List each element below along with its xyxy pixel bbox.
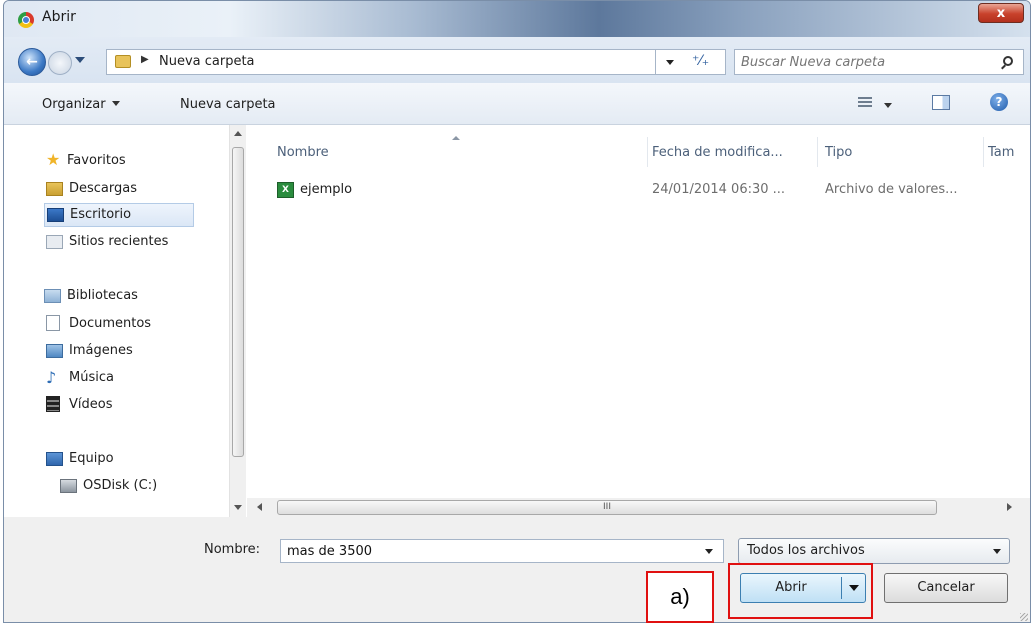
scrollbar-thumb[interactable] bbox=[232, 147, 244, 457]
file-list: Nombre Fecha de modifica... Tipo Tam X e… bbox=[247, 125, 1030, 498]
libraries-icon bbox=[44, 289, 61, 303]
organize-label: Organizar bbox=[42, 97, 106, 112]
folder-icon bbox=[115, 55, 131, 68]
desktop-icon bbox=[47, 208, 64, 222]
sidebar-item-favoritos[interactable]: ★ Favoritos bbox=[44, 150, 244, 174]
dialog-footer: Nombre: Todos los archivos Abrir Cancela… bbox=[4, 517, 1030, 622]
file-list-scrollbar[interactable]: III bbox=[247, 498, 1030, 517]
column-header-modified[interactable]: Fecha de modifica... bbox=[652, 145, 783, 160]
column-divider[interactable] bbox=[983, 137, 984, 167]
scroll-up-icon[interactable] bbox=[234, 131, 242, 136]
sidebar-item-musica[interactable]: ♪ Música bbox=[46, 367, 246, 391]
file-modified: 24/01/2014 06:30 ... bbox=[652, 182, 786, 197]
sidebar-scrollbar[interactable] bbox=[229, 125, 246, 517]
computer-icon bbox=[46, 452, 63, 466]
address-bar[interactable]: ▶ Nueva carpeta bbox=[106, 49, 656, 75]
filename-input[interactable] bbox=[287, 542, 687, 560]
organize-button[interactable]: Organizar bbox=[42, 97, 120, 112]
sidebar-item-escritorio[interactable]: Escritorio bbox=[44, 203, 194, 227]
sidebar-item-label: Imágenes bbox=[69, 343, 133, 358]
back-button[interactable]: ← bbox=[18, 48, 46, 76]
chevron-down-icon[interactable] bbox=[993, 549, 1001, 554]
close-button[interactable]: x bbox=[978, 3, 1024, 23]
videos-icon bbox=[46, 396, 60, 412]
preview-pane-icon[interactable] bbox=[932, 95, 950, 110]
csv-excel-icon: X bbox=[277, 182, 294, 198]
drive-icon bbox=[60, 479, 77, 493]
filename-dropdown-icon[interactable] bbox=[705, 549, 713, 554]
sidebar-item-label: Favoritos bbox=[67, 153, 126, 168]
file-type-filter-value: Todos los archivos bbox=[747, 543, 865, 558]
pictures-icon bbox=[46, 344, 63, 358]
sidebar-item-label: Descargas bbox=[69, 181, 138, 196]
document-icon bbox=[46, 315, 60, 331]
views-dropdown-icon[interactable] bbox=[884, 103, 892, 108]
sidebar-item-documentos[interactable]: Documentos bbox=[46, 313, 246, 337]
sidebar-item-label: Escritorio bbox=[70, 207, 132, 222]
navigation-pane: ★ Favoritos Descargas Escritorio Sitios … bbox=[4, 125, 247, 517]
annotation-highlight bbox=[728, 563, 873, 619]
file-name[interactable]: ejemplo bbox=[300, 182, 352, 197]
new-folder-button[interactable]: Nueva carpeta bbox=[180, 97, 276, 112]
recent-places-icon bbox=[46, 235, 63, 249]
address-bar-controls: ⁺⁄₊ bbox=[656, 49, 726, 75]
sort-ascending-icon bbox=[452, 136, 460, 140]
sidebar-item-label: Vídeos bbox=[69, 397, 113, 412]
column-divider[interactable] bbox=[647, 137, 648, 167]
filename-combobox[interactable] bbox=[280, 539, 724, 563]
chevron-down-icon bbox=[111, 101, 120, 106]
file-type: Archivo de valores... bbox=[825, 182, 958, 197]
title-bar: Abrir x bbox=[4, 1, 1030, 37]
scroll-left-icon[interactable] bbox=[257, 503, 262, 511]
open-file-dialog: Abrir x ← ▶ Nueva carpeta ⁺⁄₊ Organizar … bbox=[3, 0, 1031, 623]
music-icon: ♪ bbox=[46, 368, 57, 387]
scrollbar-thumb[interactable]: III bbox=[277, 500, 937, 515]
scrollbar-grip-icon: III bbox=[603, 502, 611, 512]
sidebar-item-label: Equipo bbox=[69, 451, 114, 466]
sidebar-item-bibliotecas[interactable]: Bibliotecas bbox=[44, 285, 244, 309]
scroll-down-icon[interactable] bbox=[234, 505, 242, 510]
search-box[interactable] bbox=[734, 49, 1024, 75]
column-divider[interactable] bbox=[817, 137, 818, 167]
breadcrumb-separator-icon: ▶ bbox=[141, 54, 149, 65]
sidebar-item-label: Música bbox=[69, 370, 114, 385]
annotation-label: a) bbox=[646, 571, 714, 623]
refresh-icon[interactable]: ⁺⁄₊ bbox=[692, 53, 709, 69]
sidebar-item-descargas[interactable]: Descargas bbox=[46, 178, 246, 202]
sidebar-item-equipo[interactable]: Equipo bbox=[46, 448, 246, 472]
sidebar-item-label: OSDisk (C:) bbox=[83, 478, 158, 493]
star-icon: ★ bbox=[46, 150, 61, 169]
column-header-name[interactable]: Nombre bbox=[277, 145, 329, 160]
address-dropdown-icon[interactable] bbox=[666, 60, 674, 65]
sidebar-item-label: Bibliotecas bbox=[67, 288, 138, 303]
sidebar-item-sitios-recientes[interactable]: Sitios recientes bbox=[46, 231, 246, 255]
column-header-size[interactable]: Tam bbox=[988, 145, 1014, 160]
navigation-bar: ← ▶ Nueva carpeta ⁺⁄₊ bbox=[4, 37, 1030, 83]
sidebar-item-videos[interactable]: Vídeos bbox=[46, 394, 246, 418]
cancel-button[interactable]: Cancelar bbox=[884, 573, 1008, 603]
sidebar-item-imagenes[interactable]: Imágenes bbox=[46, 340, 246, 364]
search-icon[interactable] bbox=[1003, 56, 1013, 66]
column-header-type[interactable]: Tipo bbox=[825, 145, 852, 160]
command-toolbar: Organizar Nueva carpeta ? bbox=[4, 83, 1030, 125]
scroll-right-icon[interactable] bbox=[1007, 503, 1012, 511]
help-icon[interactable]: ? bbox=[990, 93, 1008, 111]
filename-label: Nombre: bbox=[204, 542, 261, 557]
breadcrumb-nueva-carpeta[interactable]: Nueva carpeta bbox=[159, 54, 255, 69]
window-title: Abrir bbox=[42, 9, 76, 25]
chrome-app-icon bbox=[18, 12, 34, 28]
file-type-filter[interactable]: Todos los archivos bbox=[738, 538, 1010, 564]
sidebar-item-label: Sitios recientes bbox=[69, 234, 169, 249]
search-input[interactable] bbox=[741, 53, 991, 71]
sidebar-item-label: Documentos bbox=[69, 316, 152, 331]
downloads-folder-icon bbox=[46, 182, 63, 196]
forward-button[interactable] bbox=[48, 51, 72, 75]
views-icon[interactable] bbox=[858, 97, 872, 109]
resize-grip-icon[interactable] bbox=[1020, 613, 1028, 621]
history-dropdown-icon[interactable] bbox=[75, 57, 85, 63]
